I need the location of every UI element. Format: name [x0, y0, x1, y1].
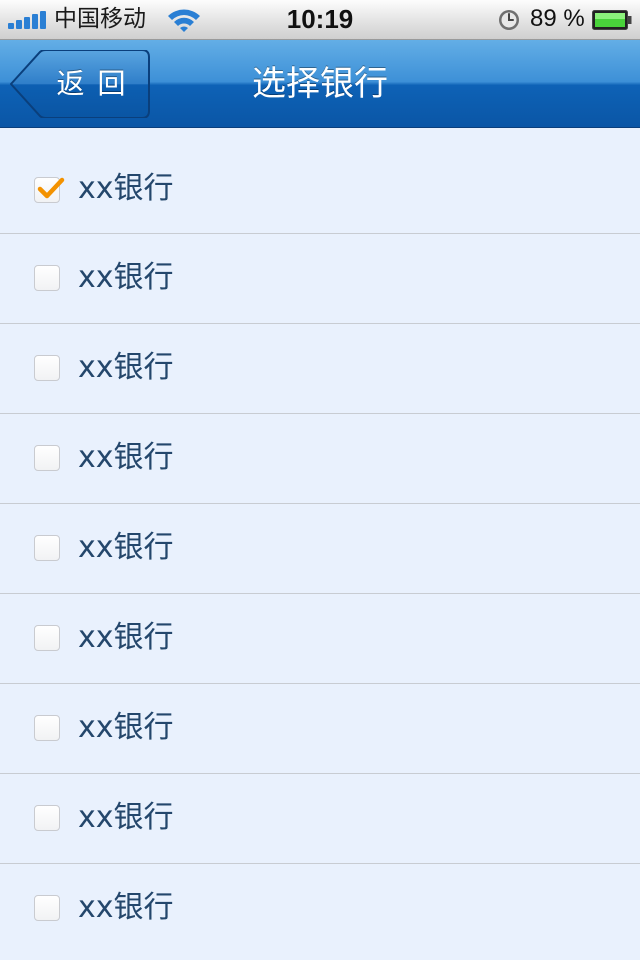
checkbox-unchecked[interactable] [34, 355, 60, 381]
battery-icon [592, 10, 632, 30]
bank-list-item[interactable]: xx银行 [0, 684, 640, 774]
status-bar: 中国移动 10:19 89 % [0, 0, 640, 40]
clock-icon [499, 10, 519, 30]
checkbox-unchecked[interactable] [34, 895, 60, 921]
bank-name: xx银行 [78, 710, 174, 745]
back-button-label: 返 回 [56, 67, 128, 100]
checkmark-icon [37, 177, 65, 199]
bank-list-item[interactable]: xx银行 [0, 774, 640, 864]
bank-name: xx银行 [78, 800, 174, 835]
bank-name: xx银行 [78, 530, 174, 565]
back-button[interactable]: 返 回 [10, 50, 150, 118]
checkbox-checked[interactable] [34, 177, 65, 203]
checkbox-unchecked[interactable] [34, 805, 60, 831]
checkbox-unchecked[interactable] [34, 715, 60, 741]
bank-name: xx银行 [78, 620, 174, 655]
bank-list-item[interactable]: xx银行 [0, 504, 640, 594]
battery-percent: 89 % [530, 5, 585, 32]
bank-list: xx银行 xx银行 xx银行 xx银行 xx银行 xx银行 xx银行 xx银行 xx银行 [0, 129, 640, 954]
bank-list-item[interactable]: xx银行 [0, 129, 640, 234]
bank-list-item[interactable]: xx银行 [0, 594, 640, 684]
bank-name: xx银行 [78, 260, 174, 295]
bank-list-item[interactable]: xx银行 [0, 324, 640, 414]
page-title: 选择银行 [252, 64, 388, 104]
bank-name: xx银行 [78, 890, 174, 925]
checkbox-unchecked[interactable] [34, 265, 60, 291]
bank-list-item[interactable]: xx银行 [0, 864, 640, 954]
checkbox-unchecked[interactable] [34, 535, 60, 561]
bank-list-item[interactable]: xx银行 [0, 234, 640, 324]
bank-name: xx银行 [78, 440, 174, 475]
bank-list-item[interactable]: xx银行 [0, 414, 640, 504]
bank-name: xx银行 [78, 171, 174, 206]
checkbox-unchecked[interactable] [34, 445, 60, 471]
bank-name: xx银行 [78, 350, 174, 385]
navigation-bar: 返 回 选择银行 [0, 40, 640, 128]
checkbox-unchecked[interactable] [34, 625, 60, 651]
